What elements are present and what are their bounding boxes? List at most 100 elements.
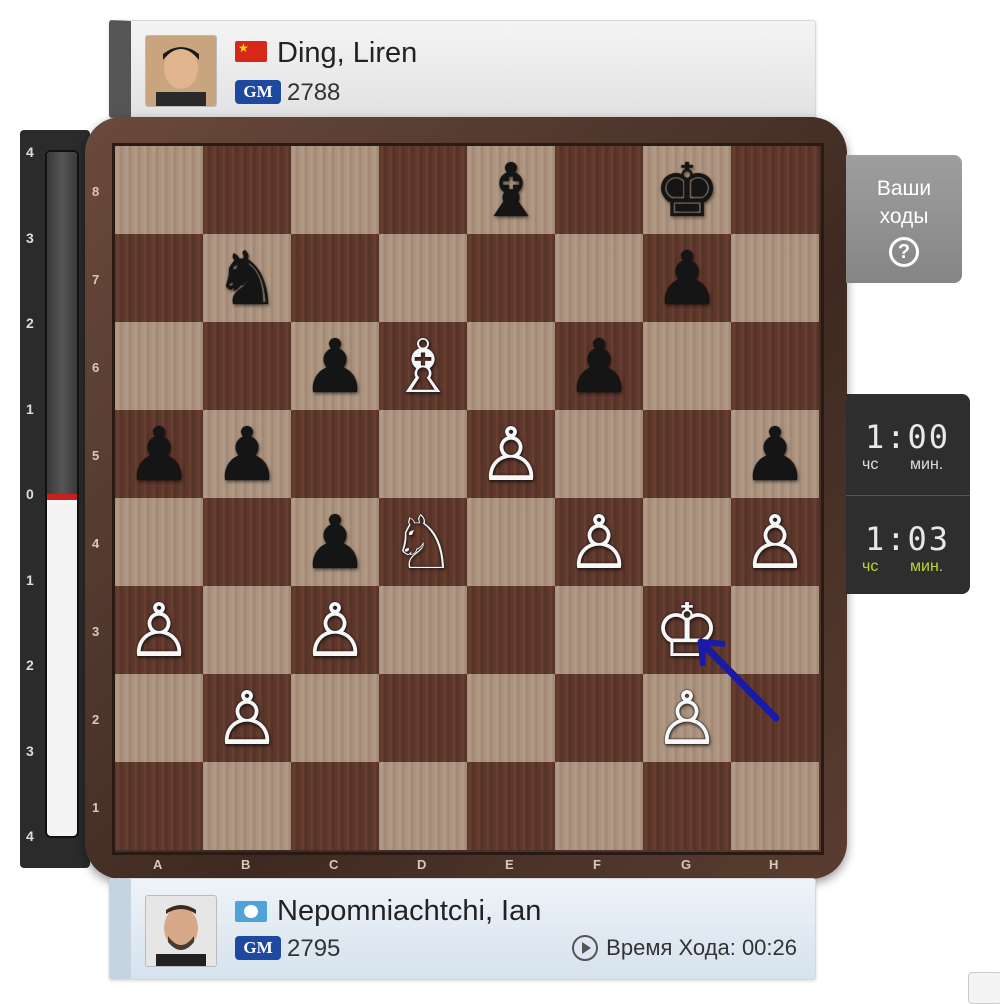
square-a1[interactable] xyxy=(115,762,203,850)
square-b6[interactable] xyxy=(203,322,291,410)
square-d2[interactable] xyxy=(379,674,467,762)
square-d3[interactable] xyxy=(379,586,467,674)
white-piece-h4[interactable]: ♙ xyxy=(731,498,819,586)
black-piece-f6[interactable]: ♟ xyxy=(555,322,643,410)
evaluation-black-fill xyxy=(47,152,77,494)
black-piece-g8[interactable]: ♚ xyxy=(643,146,731,234)
black-piece-a5[interactable]: ♟ xyxy=(115,410,203,498)
white-piece-d4[interactable]: ♘ xyxy=(379,498,467,586)
square-c6[interactable]: ♟ xyxy=(291,322,379,410)
square-d4[interactable]: ♘ xyxy=(379,498,467,586)
white-piece-c3[interactable]: ♙ xyxy=(291,586,379,674)
eval-label: 4 xyxy=(26,144,34,160)
square-e2[interactable] xyxy=(467,674,555,762)
square-b2[interactable]: ♙ xyxy=(203,674,291,762)
black-piece-g7[interactable]: ♟ xyxy=(643,234,731,322)
eval-label: 4 xyxy=(26,828,34,844)
square-a7[interactable] xyxy=(115,234,203,322)
black-piece-c4[interactable]: ♟ xyxy=(291,498,379,586)
evaluation-track xyxy=(45,150,79,838)
square-c1[interactable] xyxy=(291,762,379,850)
square-g4[interactable] xyxy=(643,498,731,586)
square-c8[interactable] xyxy=(291,146,379,234)
square-f5[interactable] xyxy=(555,410,643,498)
square-e1[interactable] xyxy=(467,762,555,850)
square-f8[interactable] xyxy=(555,146,643,234)
black-piece-h5[interactable]: ♟ xyxy=(731,410,819,498)
square-b3[interactable] xyxy=(203,586,291,674)
black-piece-b7[interactable]: ♞ xyxy=(203,234,291,322)
square-d6[interactable]: ♗ xyxy=(379,322,467,410)
rank-label-8: 8 xyxy=(92,184,100,199)
help-icon[interactable]: ? xyxy=(889,237,919,267)
square-e6[interactable] xyxy=(467,322,555,410)
square-g5[interactable] xyxy=(643,410,731,498)
top-player-name[interactable]: Ding, Liren xyxy=(277,37,417,70)
play-clock-icon xyxy=(572,935,599,961)
square-f6[interactable]: ♟ xyxy=(555,322,643,410)
square-h5[interactable]: ♟ xyxy=(731,410,819,498)
square-h8[interactable] xyxy=(731,146,819,234)
square-h2[interactable] xyxy=(731,674,819,762)
square-d5[interactable] xyxy=(379,410,467,498)
white-piece-f4[interactable]: ♙ xyxy=(555,498,643,586)
square-a6[interactable] xyxy=(115,322,203,410)
square-f2[interactable] xyxy=(555,674,643,762)
black-piece-e8[interactable]: ♝ xyxy=(467,146,555,234)
top-player-avatar xyxy=(145,35,217,107)
square-h1[interactable] xyxy=(731,762,819,850)
square-c4[interactable]: ♟ xyxy=(291,498,379,586)
white-piece-d6[interactable]: ♗ xyxy=(379,322,467,410)
square-a8[interactable] xyxy=(115,146,203,234)
square-g8[interactable]: ♚ xyxy=(643,146,731,234)
square-b7[interactable]: ♞ xyxy=(203,234,291,322)
square-a5[interactable]: ♟ xyxy=(115,410,203,498)
black-piece-b5[interactable]: ♟ xyxy=(203,410,291,498)
black-piece-c6[interactable]: ♟ xyxy=(291,322,379,410)
eval-label: 0 xyxy=(26,486,34,502)
square-e5[interactable]: ♙ xyxy=(467,410,555,498)
your-moves-button[interactable]: Ваши ходы ? xyxy=(846,155,962,283)
white-piece-g2[interactable]: ♙ xyxy=(643,674,731,762)
square-d7[interactable] xyxy=(379,234,467,322)
square-g7[interactable]: ♟ xyxy=(643,234,731,322)
square-h3[interactable] xyxy=(731,586,819,674)
square-h7[interactable] xyxy=(731,234,819,322)
square-d8[interactable] xyxy=(379,146,467,234)
square-a4[interactable] xyxy=(115,498,203,586)
square-a3[interactable]: ♙ xyxy=(115,586,203,674)
square-a2[interactable] xyxy=(115,674,203,762)
square-g2[interactable]: ♙ xyxy=(643,674,731,762)
square-h4[interactable]: ♙ xyxy=(731,498,819,586)
square-g1[interactable] xyxy=(643,762,731,850)
square-f3[interactable] xyxy=(555,586,643,674)
square-c5[interactable] xyxy=(291,410,379,498)
panel-toggle-icon[interactable] xyxy=(968,972,1000,1004)
square-c3[interactable]: ♙ xyxy=(291,586,379,674)
square-e7[interactable] xyxy=(467,234,555,322)
square-d1[interactable] xyxy=(379,762,467,850)
square-h6[interactable] xyxy=(731,322,819,410)
bottom-player-panel: Nepomniachtchi, Ian GM 2795 Время Хода: … xyxy=(109,878,816,980)
white-piece-b2[interactable]: ♙ xyxy=(203,674,291,762)
square-f4[interactable]: ♙ xyxy=(555,498,643,586)
square-e4[interactable] xyxy=(467,498,555,586)
rank-label-1: 1 xyxy=(92,800,100,815)
bottom-player-name[interactable]: Nepomniachtchi, Ian xyxy=(277,895,541,928)
square-e3[interactable] xyxy=(467,586,555,674)
white-piece-g3[interactable]: ♔ xyxy=(643,586,731,674)
square-b4[interactable] xyxy=(203,498,291,586)
square-f1[interactable] xyxy=(555,762,643,850)
square-b8[interactable] xyxy=(203,146,291,234)
square-g3[interactable]: ♔ xyxy=(643,586,731,674)
chess-board[interactable]: ♝ ♚ ♞ ♟ ♟ ♗ ♟ ♟ ♟ ♙ ♟ ♟ ♘ ♙ ♙ ♙ ♙ ♔ ♙ ♙ xyxy=(112,143,824,855)
square-f7[interactable] xyxy=(555,234,643,322)
square-c2[interactable] xyxy=(291,674,379,762)
white-piece-a3[interactable]: ♙ xyxy=(115,586,203,674)
white-piece-e5[interactable]: ♙ xyxy=(467,410,555,498)
square-g6[interactable] xyxy=(643,322,731,410)
square-c7[interactable] xyxy=(291,234,379,322)
square-e8[interactable]: ♝ xyxy=(467,146,555,234)
square-b5[interactable]: ♟ xyxy=(203,410,291,498)
square-b1[interactable] xyxy=(203,762,291,850)
